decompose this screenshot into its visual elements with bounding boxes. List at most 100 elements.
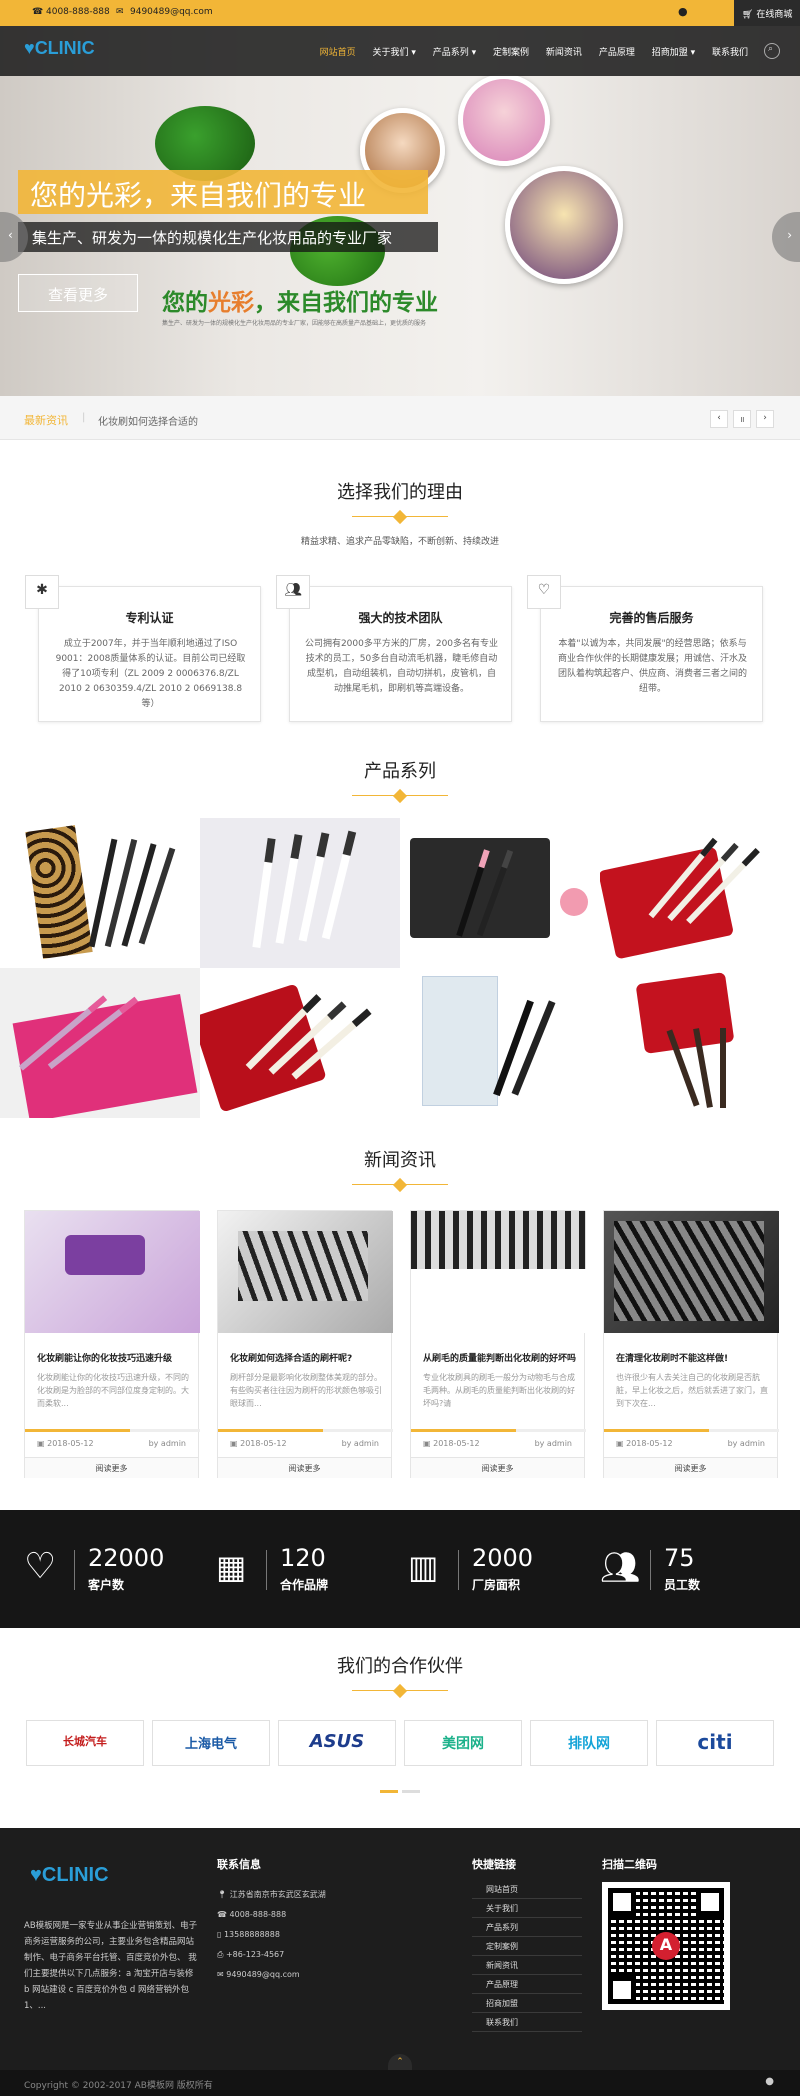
hero-green-slogan: 您的光彩，来自我们的专业 — [162, 290, 438, 316]
footer-contact-email[interactable]: ✉ 9490489@qq.com — [217, 1966, 300, 1983]
footer-contact-fax: ⎙ +86-123-4567 — [217, 1950, 285, 1959]
reason-card: 👥︎ 强大的技术团队 公司拥有2000多平方米的厂房，200多名有专业技术的员工… — [276, 575, 512, 722]
product-image[interactable] — [200, 818, 400, 968]
partner-dot[interactable] — [402, 1790, 420, 1793]
email-icon: ✉ — [116, 7, 124, 17]
footer-logo[interactable]: ♥CLINIC — [30, 1864, 109, 1887]
search-icon: ⌕ — [768, 44, 774, 54]
news-card-bar — [411, 1429, 586, 1432]
hero-more-button[interactable]: 查看更多 — [18, 274, 138, 312]
ticker-prev-button[interactable]: ‹ — [710, 410, 728, 428]
nav-item-products[interactable]: 产品系列 ▾ — [433, 48, 476, 58]
news-card-date: ▣ 2018-05-12 — [423, 1439, 480, 1448]
title-divider — [352, 1683, 448, 1699]
read-more-button[interactable]: 阅读更多 — [218, 1457, 391, 1478]
product-image[interactable] — [600, 968, 800, 1118]
nav-item-join[interactable]: 招商加盟 ▾ — [652, 48, 695, 58]
stat-number: 22000 — [88, 1544, 165, 1572]
news-card[interactable]: 化妆刷能让你的化妆技巧迅速升级 化妆刷能让你的化妆技巧迅速升级，不同的化妆刷是为… — [24, 1210, 200, 1478]
site-logo[interactable]: ♥CLINIC — [24, 38, 95, 59]
news-card[interactable]: 化妆刷如何选择合适的刷杆呢? 刷杆部分是最影响化妆刷整体美观的部分。有些购买者往… — [217, 1210, 393, 1478]
product-image[interactable] — [200, 968, 400, 1118]
news-card-text: 刷杆部分是最影响化妆刷整体美观的部分。有些购买者往往因为刷杆的形状颜色够吸引眼球… — [230, 1373, 382, 1408]
hero-small-text: 集生产、研发为一体的规模化生产化妆用品的专业厂家，因能够在高质量产品基础上，更优… — [162, 320, 427, 327]
product-image[interactable] — [0, 818, 200, 968]
stat-label: 员工数 — [664, 1578, 701, 1592]
award-icon: ✱ — [25, 575, 59, 609]
chevron-right-icon: › — [787, 228, 792, 242]
product-image[interactable] — [400, 818, 600, 968]
reason-card: ♡ 完善的售后服务 本着"以诚为本，共同发展"的经营思路；依系与商业合作伙伴的长… — [527, 575, 763, 722]
copyright-bar: Copyright © 2002-2017 AB模板网 版权所有 ● — [0, 2070, 800, 2096]
nav-item-news[interactable]: 新闻资讯 — [546, 48, 582, 58]
footer-link[interactable]: 网站首页 — [472, 1880, 582, 1899]
stat-label: 客户数 — [88, 1578, 125, 1592]
user-icon[interactable]: ● — [678, 5, 688, 18]
ticker-pause-button[interactable]: ॥ — [733, 410, 751, 428]
nav-menu: 网站首页 关于我们 ▾ 产品系列 ▾ 定制案例 新闻资讯 产品原理 招商加盟 ▾… — [306, 45, 748, 58]
read-more-button[interactable]: 阅读更多 — [604, 1457, 777, 1478]
title-divider — [352, 509, 448, 525]
partner-logo[interactable]: 上海电气 — [152, 1720, 270, 1766]
cart-icon: 🛒︎ — [742, 10, 754, 20]
ticker-next-button[interactable]: › — [756, 410, 774, 428]
online-shop-button[interactable]: 🛒︎ 在线商城 — [734, 0, 800, 26]
news-card-title[interactable]: 从刷毛的质量能判断出化妆刷的好坏吗 — [423, 1351, 578, 1364]
user-icon[interactable]: ● — [765, 2076, 774, 2087]
slider-next-button[interactable]: › — [772, 212, 800, 262]
product-image[interactable] — [600, 818, 800, 968]
footer-link[interactable]: 招商加盟 — [472, 1994, 582, 2013]
partner-logo[interactable]: 美团网 — [404, 1720, 522, 1766]
footer-link[interactable]: 产品原理 — [472, 1975, 582, 1994]
nav-item-cases[interactable]: 定制案例 — [493, 48, 529, 58]
hero-subtitle: 集生产、研发为一体的规模化生产化妆用品的专业厂家 — [18, 222, 438, 252]
partner-logo[interactable]: 排队网 — [530, 1720, 648, 1766]
ticker-separator: | — [82, 412, 86, 423]
reason-card-text: 公司拥有2000多平方米的厂房，200多名有专业技术的员工，50多台自动流毛机器… — [304, 639, 499, 694]
news-card-title[interactable]: 化妆刷能让你的化妆技巧迅速升级 — [37, 1351, 192, 1364]
hero-slider: 您的光彩，来自我们的专业 集生产、研发为一体的规模化生产化妆用品的专业厂家 查看… — [0, 26, 800, 407]
news-card[interactable]: 从刷毛的质量能判断出化妆刷的好坏吗 专业化妆刷具的刷毛一般分为动物毛与合成毛两种… — [410, 1210, 586, 1478]
chevron-left-icon: ‹ — [8, 228, 13, 242]
nav-item-principle[interactable]: 产品原理 — [599, 48, 635, 58]
stat-number: 2000 — [472, 1544, 534, 1572]
news-image — [411, 1211, 586, 1333]
news-card[interactable]: 在清理化妆刷时不能这样做! 也许很少有人去关注自己的化妆刷是否肮脏，早上化妆之后… — [603, 1210, 779, 1478]
ticker-item[interactable]: 化妆刷如何选择合适的 — [98, 413, 198, 428]
heart-pulse-icon: ♥ — [24, 38, 35, 58]
nav-item-about[interactable]: 关于我们 ▾ — [372, 48, 415, 58]
read-more-button[interactable]: 阅读更多 — [411, 1457, 584, 1478]
cubes-icon: ▦ — [216, 1548, 247, 1586]
news-card-text: 也许很少有人去关注自己的化妆刷是否肮脏，早上化妆之后，然后就丢进了家门，直到下次… — [616, 1373, 768, 1408]
search-button[interactable]: ⌕ — [764, 43, 780, 59]
news-card-title[interactable]: 化妆刷如何选择合适的刷杆呢? — [230, 1351, 385, 1364]
partner-logo[interactable]: ASUS — [278, 1720, 396, 1766]
footer-link[interactable]: 新闻资讯 — [472, 1956, 582, 1975]
footer-link[interactable]: 定制案例 — [472, 1937, 582, 1956]
heart-icon: ♡ — [24, 1546, 57, 1587]
top-email[interactable]: 9490489@qq.com — [130, 7, 213, 17]
footer-link[interactable]: 关于我们 — [472, 1899, 582, 1918]
nav-item-contact[interactable]: 联系我们 — [712, 48, 748, 58]
partner-logo[interactable]: citi — [656, 1720, 774, 1766]
slider-prev-button[interactable]: ‹ — [0, 212, 28, 262]
top-phone: 4008-888-888 — [46, 7, 110, 17]
product-image[interactable] — [0, 968, 200, 1118]
partner-logo[interactable]: 长城汽车 — [26, 1720, 144, 1766]
read-more-button[interactable]: 阅读更多 — [25, 1457, 198, 1478]
footer-contact-phone: ☎ 4008-888-888 — [217, 1910, 287, 1919]
title-divider — [352, 788, 448, 804]
news-card-text: 专业化妆刷具的刷毛一般分为动物毛与合成毛两种。从刷毛的质量能判断出化妆刷的好坏吗… — [423, 1373, 575, 1408]
partner-dot-active[interactable] — [380, 1790, 398, 1793]
main-nav: ♥CLINIC 网站首页 关于我们 ▾ 产品系列 ▾ 定制案例 新闻资讯 产品原… — [0, 26, 800, 76]
chevron-up-icon: ⌃ — [396, 2057, 404, 2067]
ticker-label: 最新资讯 — [24, 414, 68, 427]
stat-number: 120 — [280, 1544, 326, 1572]
news-card-title[interactable]: 在清理化妆刷时不能这样做! — [616, 1351, 771, 1364]
back-to-top-button[interactable]: ⌃ — [388, 2054, 412, 2070]
footer-link[interactable]: 联系我们 — [472, 2013, 582, 2032]
news-image — [218, 1211, 393, 1333]
nav-item-home[interactable]: 网站首页 — [320, 48, 356, 58]
product-image[interactable] — [400, 968, 600, 1118]
footer-link[interactable]: 产品系列 — [472, 1918, 582, 1937]
